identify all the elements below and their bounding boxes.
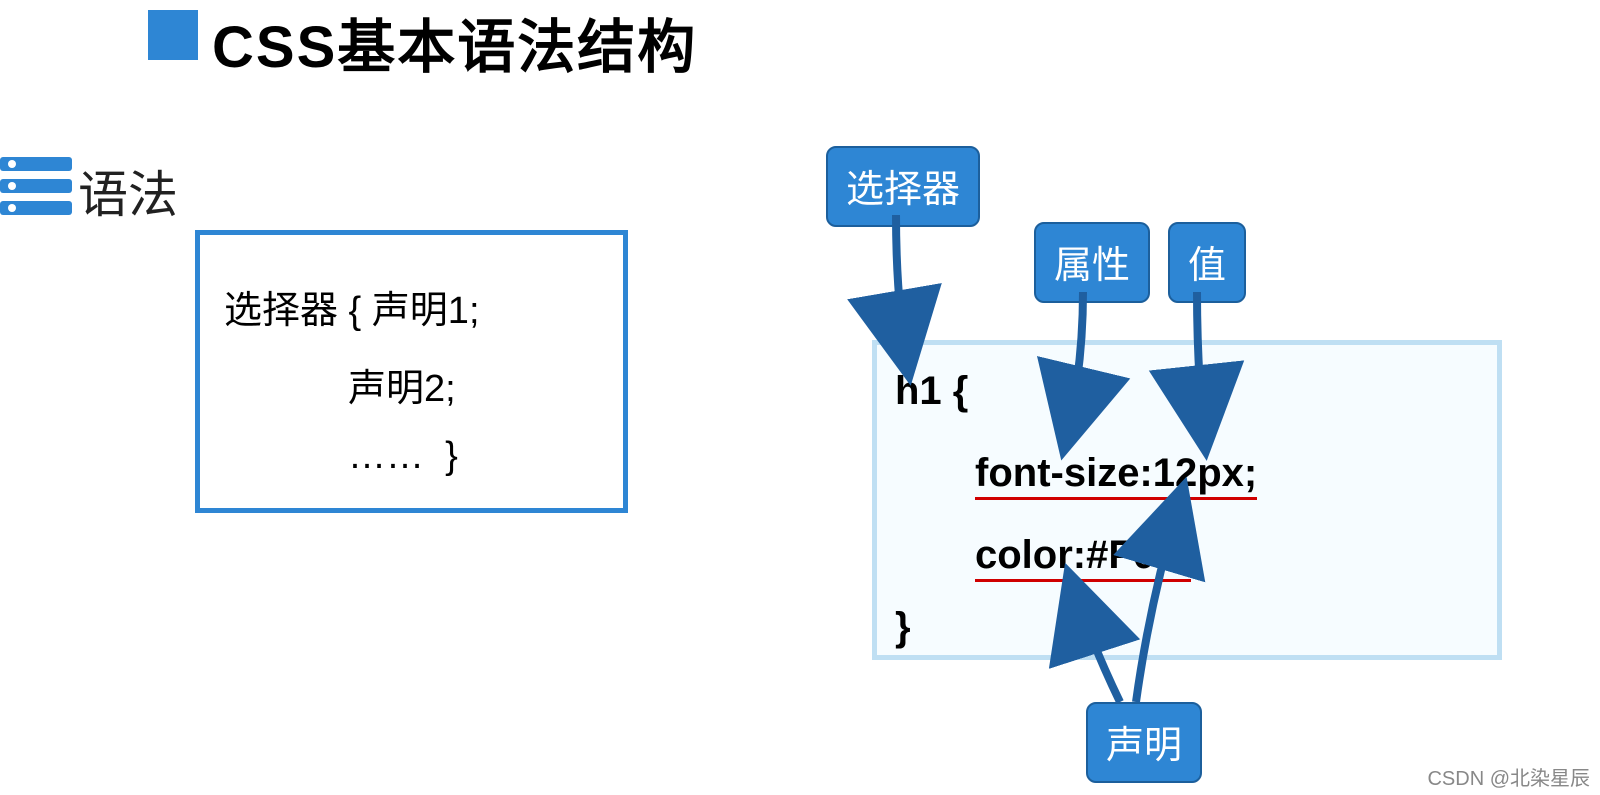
slide: CSS基本语法结构 语法 选择器 { 声明1; 声明2; …… } h1 { f… (0, 0, 1600, 795)
syntax-template-box: 选择器 { 声明1; 声明2; …… } (195, 230, 628, 513)
callout-value: 值 (1168, 222, 1246, 303)
example-line-4: } (895, 605, 911, 650)
callout-selector: 选择器 (826, 146, 980, 227)
callout-declaration: 声明 (1086, 702, 1202, 783)
section-heading-syntax: 语法 (78, 155, 178, 227)
example-code-box: h1 { font-size:12px; color:#F00; } (872, 340, 1502, 660)
syntax-line-2: 声明2; (348, 357, 456, 412)
slide-title: CSS基本语法结构 (212, 0, 697, 84)
example-line-3: color:#F00; (975, 533, 1191, 578)
example-line-2: font-size:12px; (975, 451, 1257, 496)
section-bars-icon (0, 157, 72, 219)
watermark-text: CSDN @北染星辰 (1427, 762, 1590, 791)
example-line-1: h1 { (895, 369, 968, 414)
syntax-line-3: …… } (348, 435, 458, 478)
title-bullet-icon (148, 10, 198, 60)
callout-property: 属性 (1034, 222, 1150, 303)
syntax-line-1: 选择器 { 声明1; (224, 279, 480, 334)
